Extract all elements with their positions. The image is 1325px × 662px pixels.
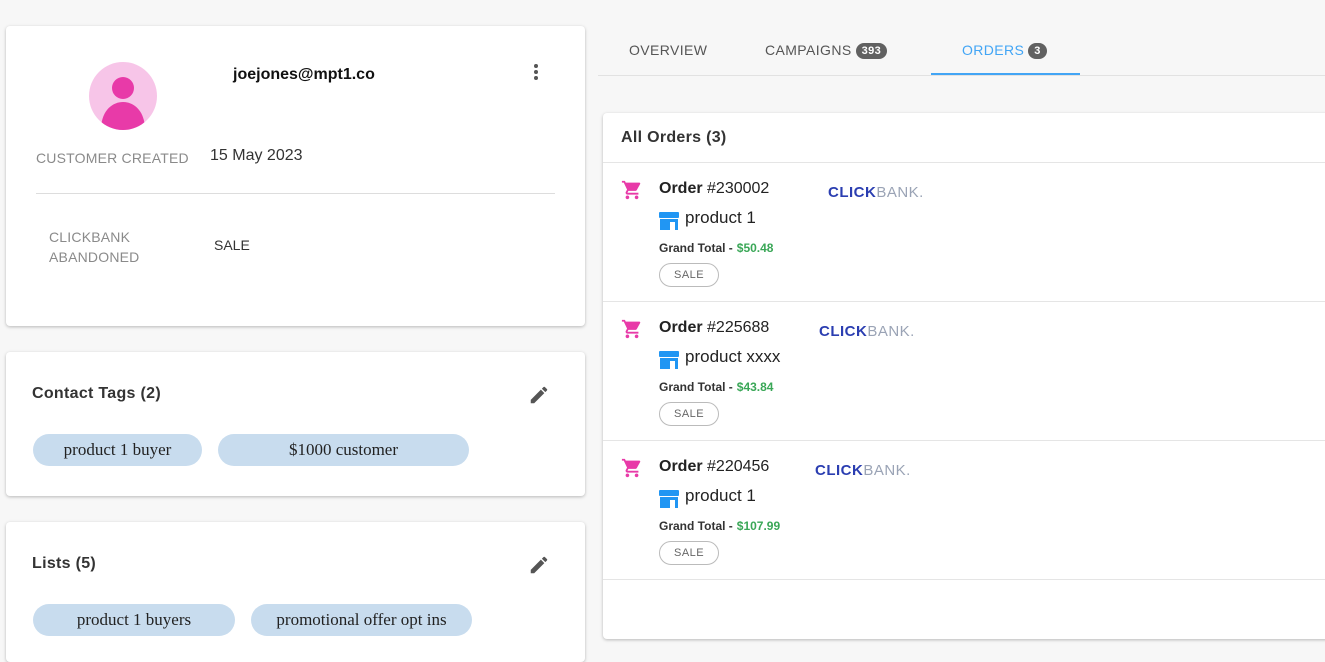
tab-overview-label: OVERVIEW: [629, 42, 708, 58]
active-tab-indicator: [931, 73, 1080, 75]
customer-profile-card: joejones@mpt1.co CUSTOMER CREATED 15 May…: [6, 26, 585, 326]
grand-total-label: Grand Total -: [659, 519, 733, 533]
clickbank-logo-part2: BANK.: [863, 462, 911, 479]
storefront-icon: [659, 351, 679, 369]
lists-title: Lists (5): [32, 555, 97, 572]
order-row[interactable]: Order #230002 CLICKBANK. product 1 Grand…: [603, 163, 1325, 302]
grand-total-label: Grand Total -: [659, 241, 733, 255]
profile-divider: [36, 193, 555, 194]
contact-tags-title: Contact Tags (2): [32, 385, 161, 402]
edit-tags-pencil-icon[interactable]: [528, 384, 550, 406]
order-number: Order #230002: [659, 180, 769, 198]
clickbank-logo: CLICKBANK.: [819, 323, 915, 340]
clickbank-logo: CLICKBANK.: [815, 462, 911, 479]
order-label: Order: [659, 180, 703, 197]
customer-tabs: OVERVIEW CAMPAIGNS 393 ORDERS 3: [598, 26, 1325, 76]
lists-card: Lists (5) product 1 buyers promotional o…: [6, 522, 585, 662]
order-status-badge: SALE: [659, 541, 720, 565]
shopping-cart-icon: [621, 179, 643, 201]
clickbank-logo-part1: CLICK: [819, 323, 868, 340]
tag-chip[interactable]: $1000 customer: [218, 434, 469, 466]
storefront-icon: [659, 490, 679, 508]
list-chip[interactable]: product 1 buyers: [33, 604, 235, 636]
more-vert-icon[interactable]: [528, 62, 544, 84]
tab-orders-label: ORDERS: [962, 42, 1025, 58]
customer-created-label: CUSTOMER CREATED: [36, 150, 189, 166]
order-status-badge: SALE: [659, 402, 720, 426]
shopping-cart-icon: [621, 318, 643, 340]
contact-tags-card: Contact Tags (2) product 1 buyer $1000 c…: [6, 352, 585, 496]
edit-lists-pencil-icon[interactable]: [528, 554, 550, 576]
tab-campaigns-label: CAMPAIGNS: [765, 42, 852, 58]
clickbank-abandoned-value: SALE: [214, 237, 250, 253]
grand-total: Grand Total - $43.84: [659, 380, 773, 394]
tag-chip[interactable]: product 1 buyer: [33, 434, 202, 466]
grand-total-amount: $50.48: [736, 241, 774, 255]
grand-total-amount: $43.84: [736, 380, 774, 394]
clickbank-logo-part1: CLICK: [828, 184, 877, 201]
clickbank-logo-part1: CLICK: [815, 462, 864, 479]
order-number-value: #220456: [707, 458, 770, 475]
clickbank-logo: CLICKBANK.: [828, 184, 924, 201]
orders-count-badge: 3: [1028, 43, 1047, 59]
order-row[interactable]: Order #220456 CLICKBANK. product 1 Grand…: [603, 441, 1325, 580]
grand-total-label: Grand Total -: [659, 380, 733, 394]
clickbank-abandoned-label-line2: ABANDONED: [49, 249, 140, 265]
clickbank-abandoned-label-line1: CLICKBANK: [49, 229, 131, 245]
tab-orders[interactable]: ORDERS 3: [962, 42, 1047, 59]
list-chip[interactable]: promotional offer opt ins: [251, 604, 472, 636]
product-name: product 1: [685, 208, 756, 227]
all-orders-title: All Orders (3): [621, 129, 727, 146]
clickbank-logo-part2: BANK.: [867, 323, 915, 340]
order-label: Order: [659, 319, 703, 336]
order-number: Order #225688: [659, 319, 769, 337]
order-row[interactable]: Order #225688 CLICKBANK. product xxxx Gr…: [603, 302, 1325, 441]
customer-created-value: 15 May 2023: [210, 147, 303, 164]
tab-overview[interactable]: OVERVIEW: [629, 42, 707, 58]
storefront-icon: [659, 212, 679, 230]
order-number-value: #225688: [707, 319, 770, 336]
campaigns-count-badge: 393: [855, 43, 888, 59]
shopping-cart-icon: [621, 457, 643, 479]
order-number: Order #220456: [659, 458, 769, 476]
order-status-badge: SALE: [659, 263, 720, 287]
all-orders-card: All Orders (3) Order #230002 CLICKBANK. …: [603, 113, 1325, 639]
order-label: Order: [659, 458, 703, 475]
user-avatar-icon: [89, 62, 157, 130]
product-name: product 1: [685, 486, 756, 505]
grand-total: Grand Total - $107.99: [659, 519, 780, 533]
clickbank-logo-part2: BANK.: [876, 184, 924, 201]
customer-email: joejones@mpt1.co: [233, 66, 375, 83]
clickbank-abandoned-label: CLICKBANK ABANDONED: [49, 227, 139, 267]
order-number-value: #230002: [707, 180, 770, 197]
tab-campaigns[interactable]: CAMPAIGNS 393: [765, 42, 888, 59]
grand-total-amount: $107.99: [736, 519, 781, 533]
product-name: product xxxx: [685, 347, 781, 366]
grand-total: Grand Total - $50.48: [659, 241, 773, 255]
